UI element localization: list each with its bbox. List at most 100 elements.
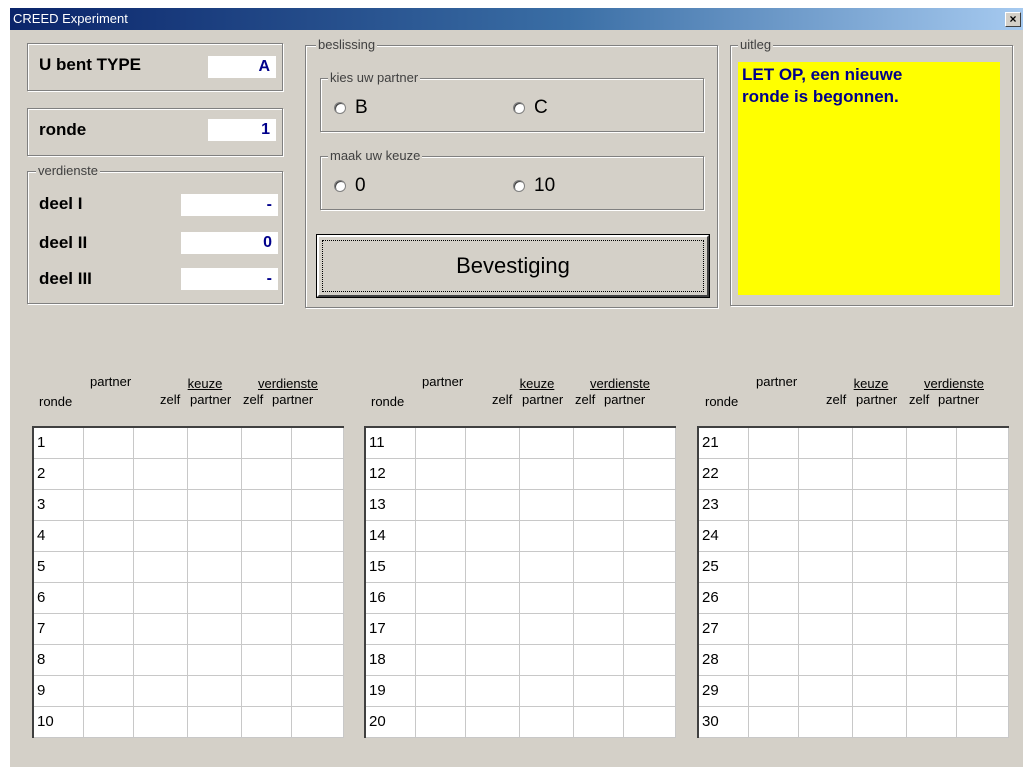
- confirm-label: Bevestiging: [456, 253, 570, 278]
- round-number-cell: 5: [34, 552, 84, 582]
- round-panel: ronde 1: [27, 108, 283, 156]
- table-row: 19: [366, 676, 676, 707]
- table-cell: [242, 459, 292, 489]
- table-cell: [134, 459, 188, 489]
- table-row: 26: [699, 583, 1009, 614]
- table-cell: [416, 614, 466, 644]
- choice-legend: maak uw keuze: [328, 148, 423, 163]
- table-cell: [520, 428, 574, 458]
- table-cell: [188, 583, 242, 613]
- table-cell: [416, 521, 466, 551]
- round-number-cell: 7: [34, 614, 84, 644]
- table-row: 18: [366, 645, 676, 676]
- table-row: 9: [34, 676, 344, 707]
- round-number-cell: 29: [699, 676, 749, 706]
- table-cell: [907, 521, 957, 551]
- table-row: 20: [366, 707, 676, 738]
- round-number-cell: 19: [366, 676, 416, 706]
- explanation-legend: uitleg: [738, 37, 774, 52]
- table-row: 7: [34, 614, 344, 645]
- table-cell: [520, 707, 574, 737]
- table-cell: [957, 707, 1009, 737]
- table-cell: [574, 428, 624, 458]
- table-cell: [749, 583, 799, 613]
- table-cell: [134, 645, 188, 675]
- table-cell: [84, 428, 134, 458]
- table-cell: [520, 521, 574, 551]
- table-cell: [957, 490, 1009, 520]
- round-number-cell: 3: [34, 490, 84, 520]
- partner-option-b[interactable]: B: [334, 97, 368, 119]
- table-cell: [853, 676, 907, 706]
- choice-option-10[interactable]: 10: [513, 175, 555, 197]
- earnings-legend: verdienste: [36, 163, 100, 178]
- close-icon[interactable]: ×: [1005, 12, 1021, 27]
- table-cell: [466, 490, 520, 520]
- choice-option-0[interactable]: 0: [334, 175, 366, 197]
- table-cell: [242, 552, 292, 582]
- round-value: 1: [208, 119, 276, 141]
- table-cell: [292, 583, 344, 613]
- type-value: A: [208, 56, 276, 78]
- table-row: 4: [34, 521, 344, 552]
- table-cell: [799, 676, 853, 706]
- table-cell: [242, 428, 292, 458]
- table-cell: [624, 614, 676, 644]
- round-number-cell: 27: [699, 614, 749, 644]
- window-title: CREED Experiment: [13, 11, 128, 26]
- type-panel: U bent TYPE A: [27, 43, 283, 91]
- table-cell: [466, 707, 520, 737]
- table-cell: [134, 614, 188, 644]
- table-cell: [749, 552, 799, 582]
- radio-10-icon: [513, 180, 525, 192]
- table-row: 14: [366, 521, 676, 552]
- earnings-panel: verdienste deel I - deel II 0 deel III -: [27, 163, 283, 304]
- table-cell: [292, 676, 344, 706]
- partner-option-c[interactable]: C: [513, 97, 548, 119]
- table-cell: [416, 707, 466, 737]
- table-cell: [292, 490, 344, 520]
- table-cell: [520, 490, 574, 520]
- table-cell: [520, 552, 574, 582]
- round-number-cell: 1: [34, 428, 84, 458]
- explanation-message: LET OP, een nieuwe ronde is begonnen.: [738, 62, 1000, 295]
- radio-b-icon: [334, 102, 346, 114]
- table-cell: [799, 552, 853, 582]
- table-cell: [188, 521, 242, 551]
- table-row: 12: [366, 459, 676, 490]
- table-cell: [242, 583, 292, 613]
- table-cell: [574, 645, 624, 675]
- table-cell: [624, 428, 676, 458]
- table-cell: [242, 645, 292, 675]
- table-cell: [749, 707, 799, 737]
- table-cell: [853, 459, 907, 489]
- table-cell: [84, 645, 134, 675]
- table-cell: [188, 428, 242, 458]
- table-cell: [416, 583, 466, 613]
- round-number-cell: 18: [366, 645, 416, 675]
- round-number-cell: 14: [366, 521, 416, 551]
- table-cell: [624, 490, 676, 520]
- table-cell: [292, 521, 344, 551]
- table-cell: [188, 707, 242, 737]
- table-cell: [188, 676, 242, 706]
- table-cell: [134, 428, 188, 458]
- table-cell: [84, 676, 134, 706]
- table-cell: [624, 676, 676, 706]
- confirm-button[interactable]: Bevestiging: [316, 234, 710, 298]
- table-cell: [624, 707, 676, 737]
- table-cell: [853, 645, 907, 675]
- table-cell: [749, 459, 799, 489]
- table-row: 29: [699, 676, 1009, 707]
- table-cell: [84, 552, 134, 582]
- round-number-cell: 24: [699, 521, 749, 551]
- table-cell: [574, 552, 624, 582]
- round-number-cell: 9: [34, 676, 84, 706]
- table-cell: [749, 428, 799, 458]
- table-cell: [957, 552, 1009, 582]
- table-row: 23: [699, 490, 1009, 521]
- table-cell: [749, 614, 799, 644]
- earnings-value-2: 0: [181, 232, 278, 254]
- earnings-label-2: deel II: [39, 233, 88, 252]
- table-cell: [799, 459, 853, 489]
